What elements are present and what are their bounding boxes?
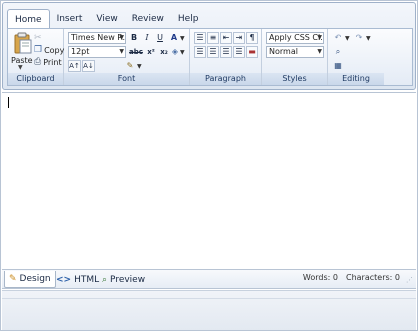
- ribbon-panel: Paste ▼ ✂ ❐ Copy ⎙ Print Clipboard Times…: [7, 28, 413, 86]
- tab-review[interactable]: Review: [125, 9, 171, 29]
- paragraph-style-select[interactable]: Normal ▼: [266, 46, 324, 58]
- paragraph-mark-icon[interactable]: ¶: [246, 32, 258, 44]
- characters-count: Characters: 0: [346, 273, 400, 282]
- bold-button[interactable]: B: [128, 32, 140, 44]
- font-color-icon[interactable]: A: [168, 32, 180, 44]
- tab-insert[interactable]: Insert: [50, 9, 90, 29]
- css-class-value: Apply CSS Cl...: [269, 33, 324, 42]
- cut-button[interactable]: ✂: [34, 32, 42, 44]
- font-group-label: Font: [64, 73, 189, 85]
- characters-value: 0: [394, 273, 400, 282]
- redo-icon[interactable]: ↷: [353, 32, 365, 44]
- paragraph-group: ☰ ≡ ⇤ ⇥ ¶ ☰ ☰ ☰ ☰ ▬ Paragraph: [190, 29, 262, 85]
- chevron-down-icon[interactable]: ▼: [180, 35, 185, 42]
- words-count: Words: 0: [303, 273, 338, 282]
- chevron-down-icon: ▼: [119, 48, 124, 55]
- clipboard-group: Paste ▼ ✂ ❐ Copy ⎙ Print Clipboard: [8, 29, 64, 85]
- html-mode-tab[interactable]: <> HTML: [52, 272, 103, 287]
- justify-icon[interactable]: ☰: [233, 46, 245, 58]
- styles-group-label: Styles: [262, 73, 327, 85]
- ribbon: Home Insert View Review Help Paste ▼ ✂ ❐…: [2, 2, 416, 90]
- printer-icon: ⎙: [34, 57, 42, 67]
- chevron-down-icon[interactable]: ▼: [137, 63, 142, 70]
- preview-mode-label: Preview: [110, 274, 146, 285]
- font-size-value: 12pt: [71, 47, 90, 56]
- print-button[interactable]: ⎙ Print: [34, 56, 62, 68]
- select-all-icon[interactable]: ▦: [332, 60, 344, 72]
- design-mode-label: Design: [19, 274, 51, 284]
- mode-bar: ✎ Design <> HTML ⌕ Preview Words: 0 Char…: [2, 269, 416, 289]
- copy-icon: ❐: [34, 45, 43, 55]
- preview-mode-tab[interactable]: ⌕ Preview: [98, 272, 149, 287]
- word-count-status: Words: 0 Characters: 0: [303, 273, 400, 282]
- underline-button[interactable]: U: [154, 32, 166, 44]
- magnifier-icon: ⌕: [102, 274, 108, 285]
- scissors-icon: ✂: [34, 33, 42, 43]
- design-mode-tab[interactable]: ✎ Design: [4, 271, 56, 288]
- font-name-value: Times New R...: [71, 33, 126, 42]
- words-label: Words:: [302, 273, 331, 282]
- text-caret: [8, 97, 9, 108]
- copy-label: Copy: [44, 45, 65, 55]
- footer-panel: [2, 290, 416, 330]
- font-group: Times New R... ▼ B I U A ▼ 12pt ▼ abc x²…: [64, 29, 190, 85]
- font-name-select[interactable]: Times New R... ▼: [68, 32, 126, 44]
- html-editor: Home Insert View Review Help Paste ▼ ✂ ❐…: [0, 0, 418, 331]
- pencil-icon: ✎: [9, 274, 17, 284]
- clear-format-icon[interactable]: ✎: [124, 60, 136, 72]
- code-icon: <>: [56, 274, 72, 285]
- editing-group: ↶ ▼ ↷ ▼ ⌕ ▦ Editing: [328, 29, 384, 85]
- font-size-select[interactable]: 12pt ▼: [68, 46, 126, 58]
- indent-icon[interactable]: ⇥: [233, 32, 245, 44]
- editing-group-label: Editing: [328, 73, 384, 85]
- words-value: 0: [332, 273, 338, 282]
- chevron-down-icon[interactable]: ▼: [180, 49, 185, 56]
- tab-view[interactable]: View: [89, 9, 124, 29]
- copy-button[interactable]: ❐ Copy: [34, 44, 64, 56]
- chevron-down-icon[interactable]: ▼: [18, 64, 23, 71]
- numbered-list-icon[interactable]: ≡: [207, 32, 219, 44]
- outdent-icon[interactable]: ⇤: [220, 32, 232, 44]
- print-label: Print: [43, 57, 62, 67]
- paragraph-style-value: Normal: [269, 47, 298, 56]
- paragraph-group-label: Paragraph: [190, 73, 261, 85]
- align-right-icon[interactable]: ☰: [220, 46, 232, 58]
- html-mode-label: HTML: [74, 274, 100, 285]
- styles-group: Apply CSS Cl... ▼ Normal ▼ Styles: [262, 29, 328, 85]
- undo-icon[interactable]: ↶: [332, 32, 344, 44]
- chevron-down-icon[interactable]: ▼: [366, 35, 371, 42]
- grow-font-icon[interactable]: A↑: [68, 60, 81, 72]
- superscript-button[interactable]: x²: [145, 46, 157, 58]
- bullet-list-icon[interactable]: ☰: [194, 32, 206, 44]
- align-left-icon[interactable]: ☰: [194, 46, 206, 58]
- chevron-down-icon: ▼: [317, 34, 322, 41]
- tab-help[interactable]: Help: [171, 9, 206, 29]
- italic-button[interactable]: I: [141, 32, 153, 44]
- find-icon[interactable]: ⌕: [332, 46, 344, 58]
- chevron-down-icon[interactable]: ▼: [345, 35, 350, 42]
- tab-home[interactable]: Home: [7, 9, 50, 30]
- resize-grip-icon[interactable]: ⋰: [406, 276, 413, 284]
- shrink-font-icon[interactable]: A↓: [82, 60, 95, 72]
- paste-icon[interactable]: [14, 32, 32, 54]
- characters-label: Characters:: [346, 273, 393, 282]
- strikethrough-button[interactable]: abc: [128, 46, 144, 58]
- chevron-down-icon: ▼: [317, 48, 322, 55]
- css-class-select[interactable]: Apply CSS Cl... ▼: [266, 32, 324, 44]
- ribbon-tabs: Home Insert View Review Help: [7, 9, 206, 30]
- chevron-down-icon: ▼: [119, 34, 124, 41]
- horizontal-rule-icon[interactable]: ▬: [246, 46, 258, 58]
- footer-divider: [2, 298, 416, 299]
- content-area[interactable]: [2, 92, 416, 269]
- clipboard-group-label: Clipboard: [8, 73, 63, 85]
- align-center-icon[interactable]: ☰: [207, 46, 219, 58]
